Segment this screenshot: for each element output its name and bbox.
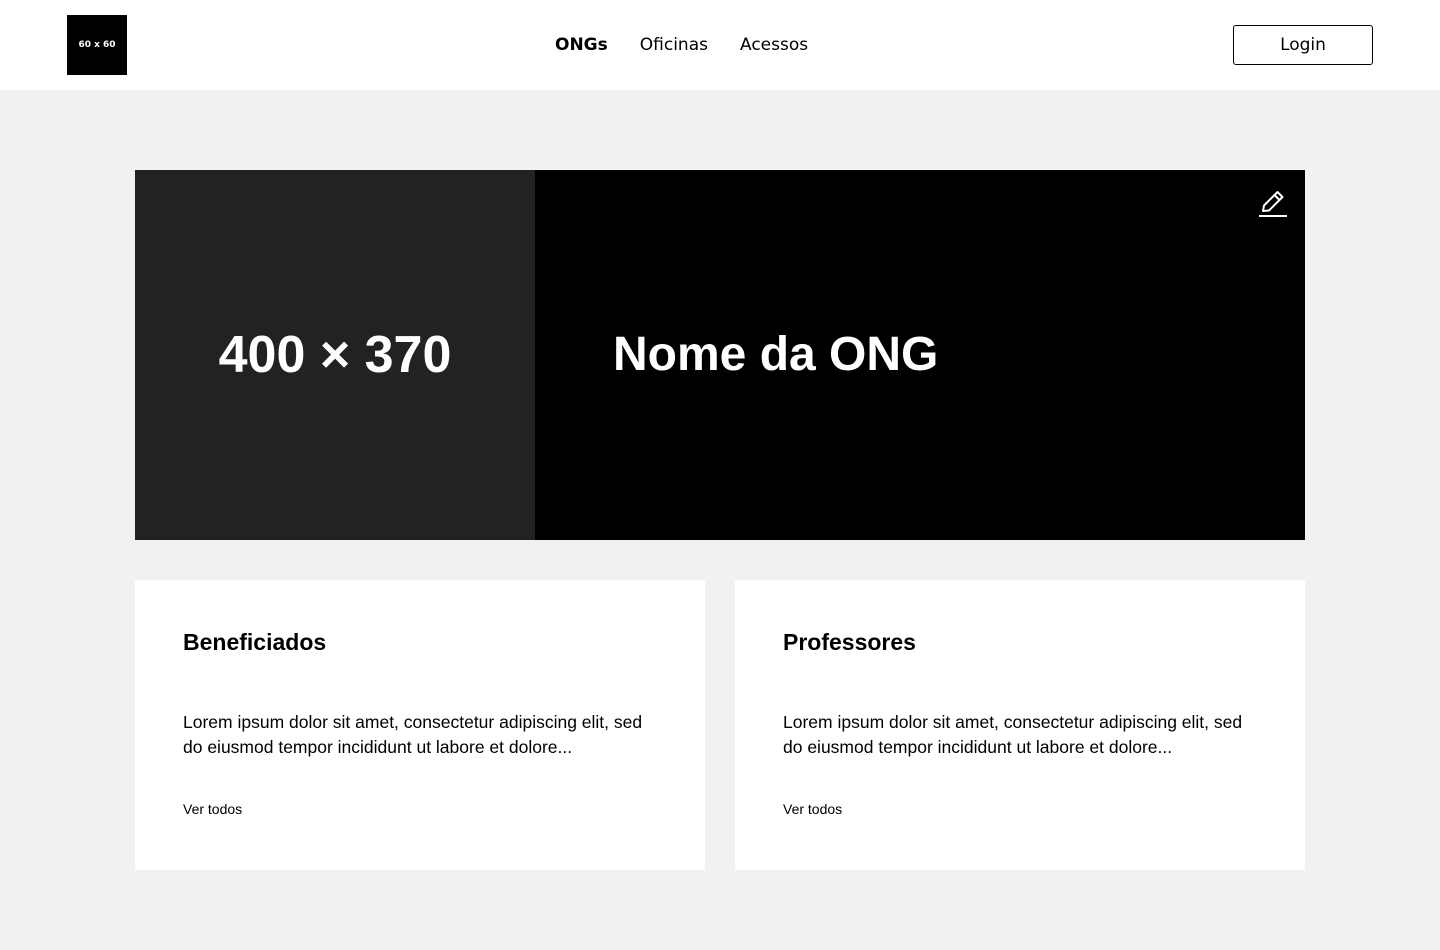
edit-button[interactable] bbox=[1255, 185, 1291, 221]
login-button[interactable]: Login bbox=[1233, 25, 1373, 65]
ver-todos-link[interactable]: Ver todos bbox=[183, 799, 242, 819]
main-nav: ONGs Oficinas Acessos bbox=[555, 33, 808, 57]
top-header: 60 x 60 ONGs Oficinas Acessos Login bbox=[0, 0, 1440, 90]
logo-placeholder[interactable]: 60 x 60 bbox=[67, 15, 127, 75]
nav-item-ongs[interactable]: ONGs bbox=[555, 33, 608, 57]
nav-item-oficinas[interactable]: Oficinas bbox=[640, 33, 708, 57]
nav-item-acessos[interactable]: Acessos bbox=[740, 33, 808, 57]
card-beneficiados: Beneficiados Lorem ipsum dolor sit amet,… bbox=[135, 580, 705, 870]
hero-image-placeholder: 400 × 370 bbox=[135, 170, 535, 540]
card-description: Lorem ipsum dolor sit amet, consectetur … bbox=[783, 712, 1243, 757]
card-professores: Professores Lorem ipsum dolor sit amet, … bbox=[735, 580, 1305, 870]
ong-hero-banner: 400 × 370 Nome da ONG bbox=[135, 170, 1305, 540]
ong-name-title: Nome da ONG bbox=[613, 328, 939, 381]
card-title: Beneficiados bbox=[183, 629, 327, 655]
card-title: Professores bbox=[783, 629, 916, 655]
ver-todos-link[interactable]: Ver todos bbox=[783, 799, 842, 819]
pencil-icon bbox=[1259, 191, 1287, 217]
card-description: Lorem ipsum dolor sit amet, consectetur … bbox=[183, 712, 643, 757]
